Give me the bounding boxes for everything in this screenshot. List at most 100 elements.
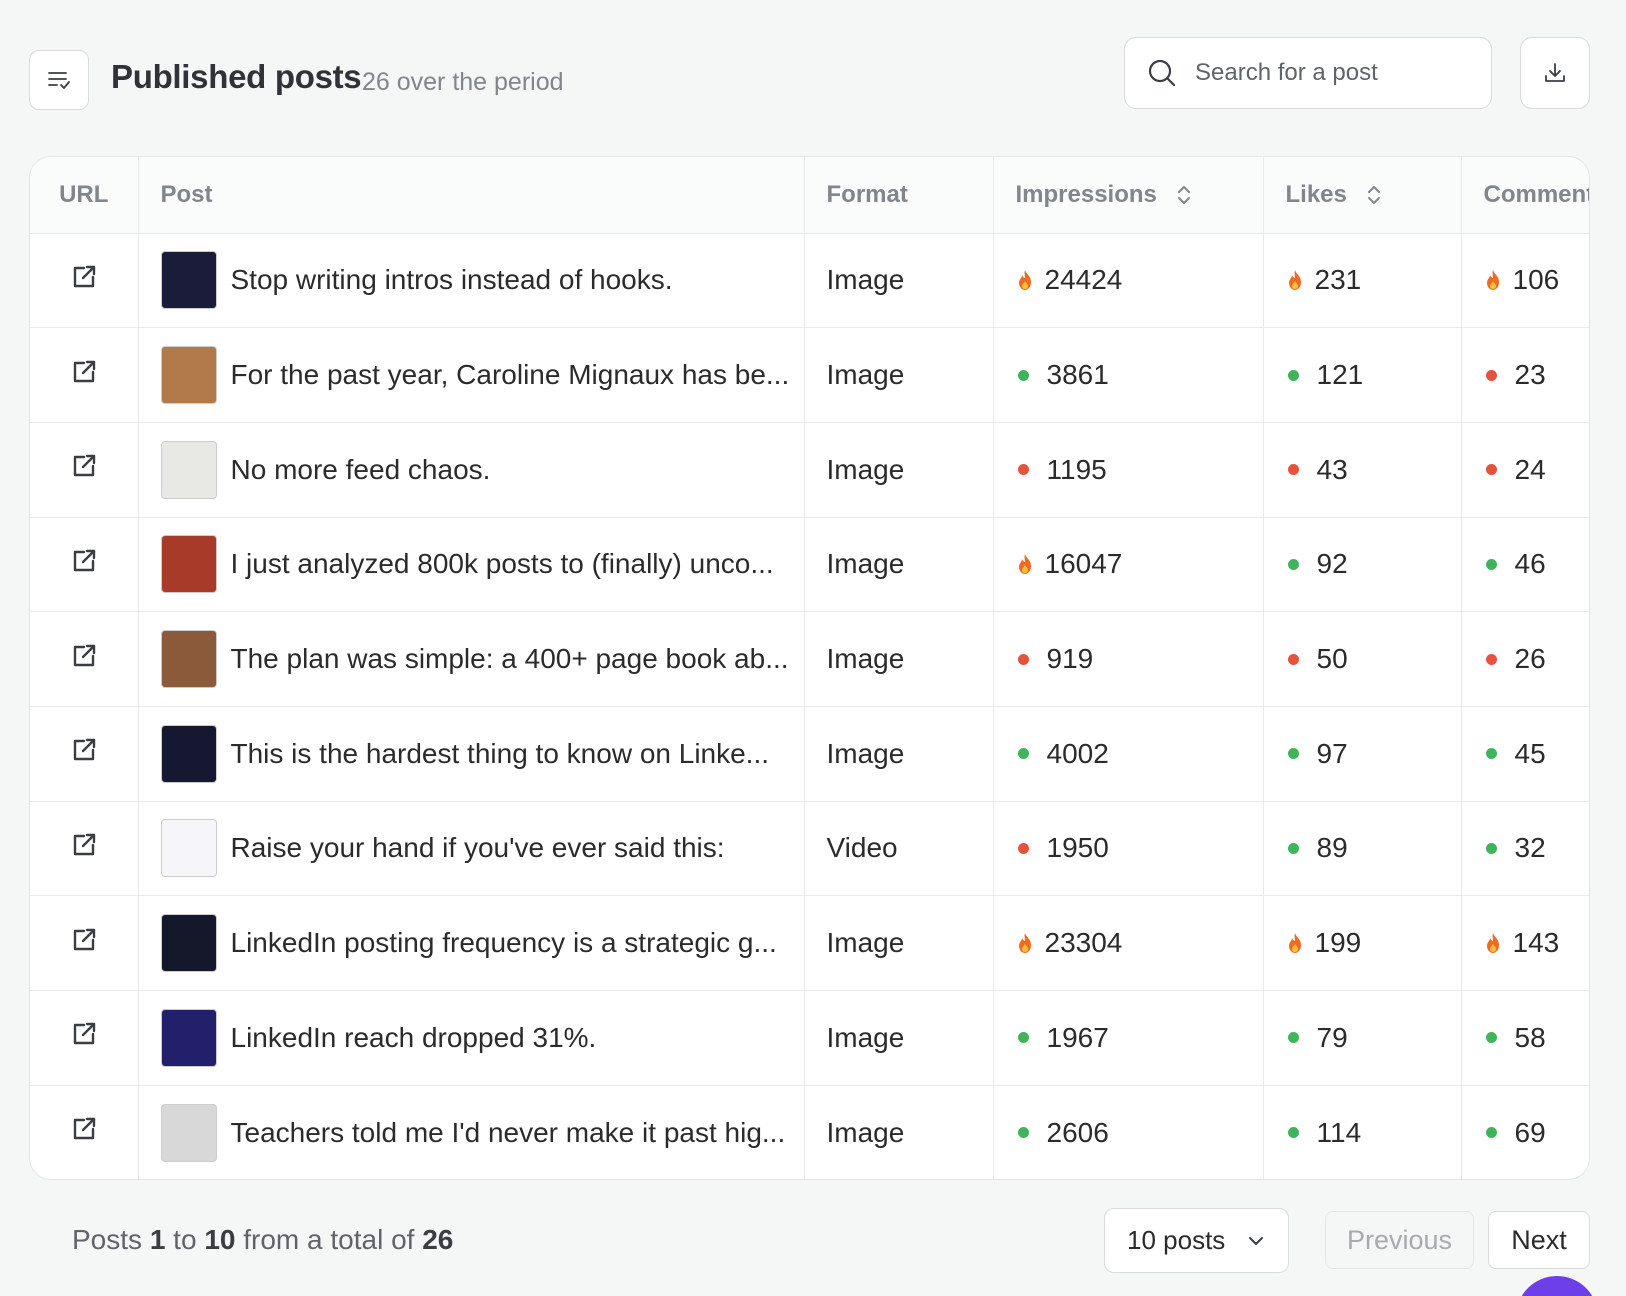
table-row[interactable]: LinkedIn reach dropped 31%. Image 1967 79 58 bbox=[30, 990, 1589, 1086]
comments-cell: 106 bbox=[1461, 233, 1589, 329]
post-thumbnail bbox=[160, 819, 217, 878]
likes-value: 50 bbox=[1316, 643, 1348, 675]
table-row[interactable]: Raise your hand if you've ever said this… bbox=[30, 801, 1589, 897]
column-header-likes-label: Likes bbox=[1285, 180, 1347, 208]
fire-icon bbox=[1018, 270, 1031, 291]
post-cell[interactable]: LinkedIn reach dropped 31%. bbox=[138, 990, 805, 1086]
post-cell[interactable]: I just analyzed 800k posts to (finally) … bbox=[138, 517, 805, 613]
url-cell bbox=[30, 895, 139, 991]
impressions-value: 1950 bbox=[1046, 832, 1109, 864]
table-row[interactable]: LinkedIn posting frequency is a strategi… bbox=[30, 895, 1589, 991]
likes-value: 199 bbox=[1314, 927, 1362, 959]
open-post-link[interactable] bbox=[70, 926, 98, 954]
likes-cell: 50 bbox=[1263, 611, 1462, 707]
green-status-dot bbox=[1287, 1127, 1299, 1139]
header: Published posts 26 over the period bbox=[0, 0, 1626, 150]
column-header-impressions-label: Impressions bbox=[1015, 180, 1157, 208]
open-post-link[interactable] bbox=[70, 831, 98, 859]
search-input[interactable] bbox=[1195, 59, 1475, 87]
pagination-total-word: from a total of bbox=[235, 1224, 423, 1255]
table-row[interactable]: Teachers told me I'd never make it past … bbox=[30, 1085, 1589, 1179]
fire-icon bbox=[1486, 270, 1499, 291]
posts-per-page-select[interactable]: 10 posts bbox=[1104, 1208, 1289, 1273]
open-post-link[interactable] bbox=[70, 452, 98, 480]
table-row[interactable]: The plan was simple: a 400+ page book ab… bbox=[30, 611, 1589, 707]
post-text: I just analyzed 800k posts to (finally) … bbox=[230, 548, 774, 580]
sort-icon[interactable] bbox=[1366, 184, 1382, 206]
likes-value: 43 bbox=[1316, 453, 1348, 485]
list-filter-icon bbox=[48, 72, 70, 90]
sort-icon[interactable] bbox=[1176, 184, 1192, 206]
table-row[interactable]: For the past year, Caroline Mignaux has … bbox=[30, 327, 1589, 423]
impressions-value: 2606 bbox=[1046, 1116, 1109, 1148]
post-cell[interactable]: For the past year, Caroline Mignaux has … bbox=[138, 327, 805, 423]
likes-value: 231 bbox=[1314, 264, 1362, 296]
url-cell bbox=[30, 422, 139, 518]
download-button[interactable] bbox=[1520, 37, 1590, 109]
comments-cell: 24 bbox=[1461, 422, 1589, 518]
external-link-icon bbox=[73, 833, 95, 856]
red-status-dot bbox=[1485, 464, 1497, 476]
post-cell[interactable]: Stop writing intros instead of hooks. bbox=[138, 233, 805, 329]
post-cell[interactable]: Teachers told me I'd never make it past … bbox=[138, 1085, 805, 1179]
format-cell: Image bbox=[804, 327, 994, 423]
column-header-impressions[interactable]: Impressions bbox=[993, 157, 1264, 234]
impressions-value: 23304 bbox=[1044, 927, 1123, 959]
impressions-cell: 919 bbox=[993, 611, 1264, 707]
post-cell[interactable]: No more feed chaos. bbox=[138, 422, 805, 518]
open-post-link[interactable] bbox=[70, 547, 98, 575]
likes-cell: 114 bbox=[1263, 1085, 1462, 1179]
column-header-comments[interactable]: Comment bbox=[1461, 157, 1589, 234]
likes-cell: 43 bbox=[1263, 422, 1462, 518]
open-post-link[interactable] bbox=[70, 1115, 98, 1143]
column-settings-button[interactable] bbox=[29, 50, 89, 110]
comments-value: 24 bbox=[1514, 453, 1546, 485]
pagination-total: 26 bbox=[422, 1224, 454, 1255]
open-post-link[interactable] bbox=[70, 736, 98, 764]
open-post-link[interactable] bbox=[70, 263, 98, 291]
previous-page-button[interactable]: Previous bbox=[1325, 1211, 1474, 1269]
post-text: Raise your hand if you've ever said this… bbox=[230, 832, 725, 864]
impressions-value: 3861 bbox=[1046, 359, 1109, 391]
open-post-link[interactable] bbox=[70, 642, 98, 670]
green-status-dot bbox=[1287, 1032, 1299, 1044]
external-link-icon bbox=[73, 265, 95, 288]
likes-cell: 89 bbox=[1263, 801, 1462, 897]
post-cell[interactable]: LinkedIn posting frequency is a strategi… bbox=[138, 895, 805, 991]
format-cell: Image bbox=[804, 895, 994, 991]
fire-icon bbox=[1288, 933, 1301, 954]
download-icon bbox=[1545, 63, 1565, 82]
url-cell bbox=[30, 517, 139, 613]
comments-cell: 23 bbox=[1461, 327, 1589, 423]
comments-value: 45 bbox=[1514, 737, 1546, 769]
likes-cell: 199 bbox=[1263, 895, 1462, 991]
impressions-cell: 1967 bbox=[993, 990, 1264, 1086]
post-cell[interactable]: The plan was simple: a 400+ page book ab… bbox=[138, 611, 805, 707]
open-post-link[interactable] bbox=[70, 1020, 98, 1048]
post-cell[interactable]: Raise your hand if you've ever said this… bbox=[138, 801, 805, 897]
impressions-cell: 23304 bbox=[993, 895, 1264, 991]
external-link-icon bbox=[73, 644, 95, 666]
impressions-value: 24424 bbox=[1044, 264, 1123, 296]
green-status-dot bbox=[1485, 558, 1497, 570]
chat-launcher-button[interactable] bbox=[1516, 1276, 1598, 1296]
red-status-dot bbox=[1287, 464, 1299, 476]
column-header-likes[interactable]: Likes bbox=[1263, 157, 1462, 234]
post-cell[interactable]: This is the hardest thing to know on Lin… bbox=[138, 706, 805, 802]
table-row[interactable]: I just analyzed 800k posts to (finally) … bbox=[30, 517, 1589, 613]
posts-table: URL Post Format Impressions Likes Commen… bbox=[29, 156, 1590, 1180]
post-thumbnail bbox=[160, 1103, 217, 1162]
green-status-dot bbox=[1485, 748, 1497, 760]
external-link-icon bbox=[73, 1023, 95, 1045]
impressions-cell: 4002 bbox=[993, 706, 1264, 802]
green-status-dot bbox=[1017, 748, 1029, 760]
chevron-down-icon bbox=[1249, 1237, 1263, 1245]
post-thumbnail bbox=[160, 346, 217, 405]
table-row[interactable]: No more feed chaos. Image 1195 43 24 bbox=[30, 422, 1589, 518]
next-page-button[interactable]: Next bbox=[1488, 1211, 1590, 1269]
open-post-link[interactable] bbox=[70, 358, 98, 386]
table-row[interactable]: This is the hardest thing to know on Lin… bbox=[30, 706, 1589, 802]
table-row[interactable]: Stop writing intros instead of hooks. Ima… bbox=[30, 233, 1589, 329]
red-status-dot bbox=[1017, 653, 1029, 665]
search-box[interactable] bbox=[1124, 37, 1492, 109]
